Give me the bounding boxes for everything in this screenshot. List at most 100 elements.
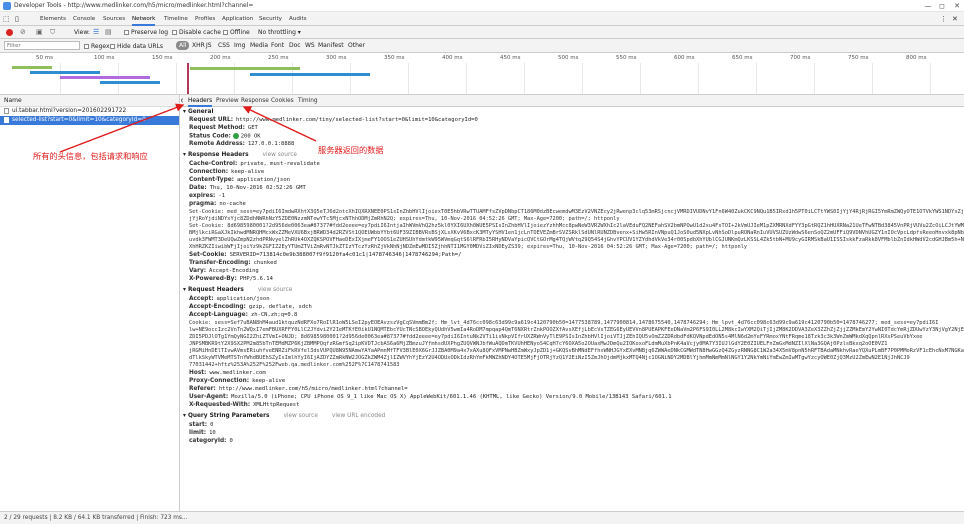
tab-preview[interactable]: Preview (216, 95, 239, 107)
timeline-tick-label: 600 ms (674, 55, 695, 61)
large-rows-icon[interactable]: ☰ (93, 28, 99, 36)
set-cookie-value: jYjRoYjdiNDYxYjc8ZDdhNWRhNzY5ZDE0NzzmNTo… (189, 216, 620, 222)
devtools-tab-bar: ⬚ ▯ Elements Console Sources Network Tim… (0, 12, 964, 26)
timeline-tick-label: 750 ms (848, 55, 869, 61)
close-button[interactable]: ✕ (950, 0, 964, 12)
request-item-selected[interactable]: selected-list?start=0&limit=10&categoryI… (0, 116, 179, 125)
set-cookie-value: Set-Cookie: med_sess=ey7pdiI6ImdwRXhtX3Q… (189, 209, 964, 215)
query-params-section-header[interactable]: ▾ Query String Parameters view source view… (183, 413, 385, 419)
header-row: User-Agent: Mozilla/5.0 (iPhone; CPU iPho… (189, 394, 672, 400)
tab-network[interactable]: Network (132, 12, 156, 26)
network-overview[interactable]: 50 ms 100 ms 150 ms 200 ms 250 ms 300 ms 350 m… (0, 53, 964, 95)
cookie-value: 77031442+hftz%253A%252F%252Fweb.qa.medli… (189, 362, 400, 368)
preserve-log-checkbox[interactable]: Preserve log (124, 29, 168, 36)
response-headers-section-header[interactable]: ▾ Response Headers view source (183, 152, 297, 158)
hide-data-urls-checkbox[interactable]: Hide data URLs (110, 43, 163, 50)
cookie-value: lw+NE9occIzc2VnTn2WQxI7emFBUXRFFY0LlC2JY… (189, 327, 964, 333)
filter-type-css[interactable]: CSS (218, 42, 230, 49)
close-details-icon[interactable]: ✕ (181, 95, 184, 107)
timeline-tick-label: 650 ms (732, 55, 753, 61)
header-row: Content-Type: application/json (189, 177, 290, 183)
camera-icon[interactable]: ▣ (36, 28, 43, 36)
request-view-source-link[interactable]: view source (258, 287, 292, 293)
tab-timeline[interactable]: Timeline (164, 12, 188, 26)
tab-elements[interactable]: Elements (40, 12, 66, 26)
query-param-row: categoryId: 0 (189, 438, 233, 444)
tab-timing[interactable]: Timing (298, 95, 318, 107)
remote-address-row: Remote Address: 127.0.0.1:8888 (189, 141, 295, 147)
header-row: Accept-Language: zh-CN,zh;q=0.8 (189, 312, 298, 318)
request-method-row: Request Method: GET (189, 125, 258, 131)
tab-audits[interactable]: Audits (289, 12, 307, 26)
timeline-gridline (466, 63, 467, 94)
header-row: Vary: Accept-Encoding (189, 268, 259, 274)
minimize-button[interactable]: — (921, 0, 935, 12)
device-toolbar-icon[interactable]: ▯ (15, 12, 19, 26)
tab-profiles[interactable]: Profiles (195, 12, 215, 26)
window-title: Developer Tools - http://www.medlinker.c… (14, 2, 254, 9)
timeline-tick-label: 800 ms (906, 55, 927, 61)
cookie-value: dTlkSkyWTVMeMTSTnYWhdBUEhSZyIsImlhYyI6Ij… (189, 355, 910, 361)
filter-type-all[interactable]: All (176, 41, 190, 50)
query-view-source-link[interactable]: view source (283, 413, 317, 419)
close-devtools-icon[interactable]: ✕ (952, 12, 958, 26)
disable-cache-checkbox[interactable]: Disable cache (172, 29, 221, 36)
waterfall-bar (100, 81, 160, 84)
status-code-row: Status Code: 200 OK (189, 133, 261, 140)
more-menu-icon[interactable]: ⋮ (940, 12, 947, 26)
offline-checkbox[interactable]: Offline (223, 29, 250, 36)
devtools-window: Developer Tools - http://www.medlinker.c… (0, 0, 964, 524)
filter-type-xhr[interactable]: XHR (192, 42, 205, 49)
waterfall-bar (190, 67, 300, 70)
cookie-value: jRGMiHnDElTIvwAVmsERiuhfveENRZiFkRVfel3d… (189, 348, 964, 354)
file-icon (4, 116, 9, 123)
general-section-header[interactable]: ▾ General (183, 109, 213, 115)
annotation-headers-note: 所有的头信息，包括请求和响应 (33, 151, 148, 161)
tab-application[interactable]: Application (222, 12, 253, 26)
record-icon[interactable] (6, 29, 13, 36)
filter-icon[interactable]: ⛉ (50, 28, 55, 37)
set-cookie-value: uvdk3FWMT3DeUQwZmpN2zhdPRNvyelZhRUk4OXZQ… (189, 237, 964, 243)
query-view-url-encoded-link[interactable]: view URL encoded (332, 413, 385, 419)
filter-type-manifest[interactable]: Manifest (318, 42, 344, 49)
tab-console[interactable]: Console (73, 12, 95, 26)
tab-response[interactable]: Response (241, 95, 269, 107)
tab-sources[interactable]: Sources (103, 12, 125, 26)
waterfall-bar (12, 66, 52, 69)
timeline-tick-label: 100 ms (94, 55, 115, 61)
response-view-source-link[interactable]: view source (263, 152, 297, 158)
timeline-tick-label: 450 ms (500, 55, 521, 61)
timeline-tick-label: 500 ms (558, 55, 579, 61)
tab-cookies[interactable]: Cookies (271, 95, 294, 107)
regex-checkbox[interactable]: Regex (84, 43, 110, 50)
clear-icon[interactable]: ⊘ (20, 28, 26, 36)
timeline-tick-label: 150 ms (152, 55, 173, 61)
timeline-tick-label: 250 ms (268, 55, 289, 61)
throttling-select[interactable]: No throttling ▾ (258, 29, 301, 36)
filter-input[interactable] (4, 41, 80, 50)
filter-type-font[interactable]: Font (271, 42, 284, 49)
timeline-gridline (756, 63, 757, 94)
tab-security[interactable]: Security (259, 12, 282, 26)
name-column-header[interactable]: Name (0, 95, 179, 107)
status-bar: 2 / 29 requests | 8.2 KB / 64.1 KB trans… (0, 511, 964, 524)
detail-tab-bar: ✕ Headers Preview Response Cookies Timin… (181, 95, 964, 107)
tab-headers[interactable]: Headers (188, 95, 213, 107)
filter-type-js[interactable]: JS (206, 42, 212, 49)
filter-type-media[interactable]: Media (250, 42, 268, 49)
filter-bar: Regex Hide data URLs All XHR JS CSS Img … (0, 39, 964, 53)
filter-type-img[interactable]: Img (234, 42, 245, 49)
inspect-icon[interactable]: ⬚ (3, 12, 10, 26)
filter-type-doc[interactable]: Doc (289, 42, 301, 49)
filter-type-other[interactable]: Other (348, 42, 365, 49)
load-marker (187, 63, 189, 94)
request-item[interactable]: ui.tabbar.html?version=201602291722 (0, 107, 179, 116)
timeline-gridline (60, 63, 61, 94)
filter-type-ws[interactable]: WS (305, 42, 315, 49)
overview-icon[interactable]: ▤ (105, 28, 112, 36)
waterfall-bar (30, 71, 100, 74)
set-cookie-value: Set-Cookie: 8d6985980001?2d956de0063ea#8… (189, 223, 964, 229)
header-row: Connection: keep-alive (189, 169, 265, 175)
request-headers-section-header[interactable]: ▾ Request Headers view source (183, 287, 292, 293)
maximize-button[interactable]: ◻ (935, 0, 949, 12)
